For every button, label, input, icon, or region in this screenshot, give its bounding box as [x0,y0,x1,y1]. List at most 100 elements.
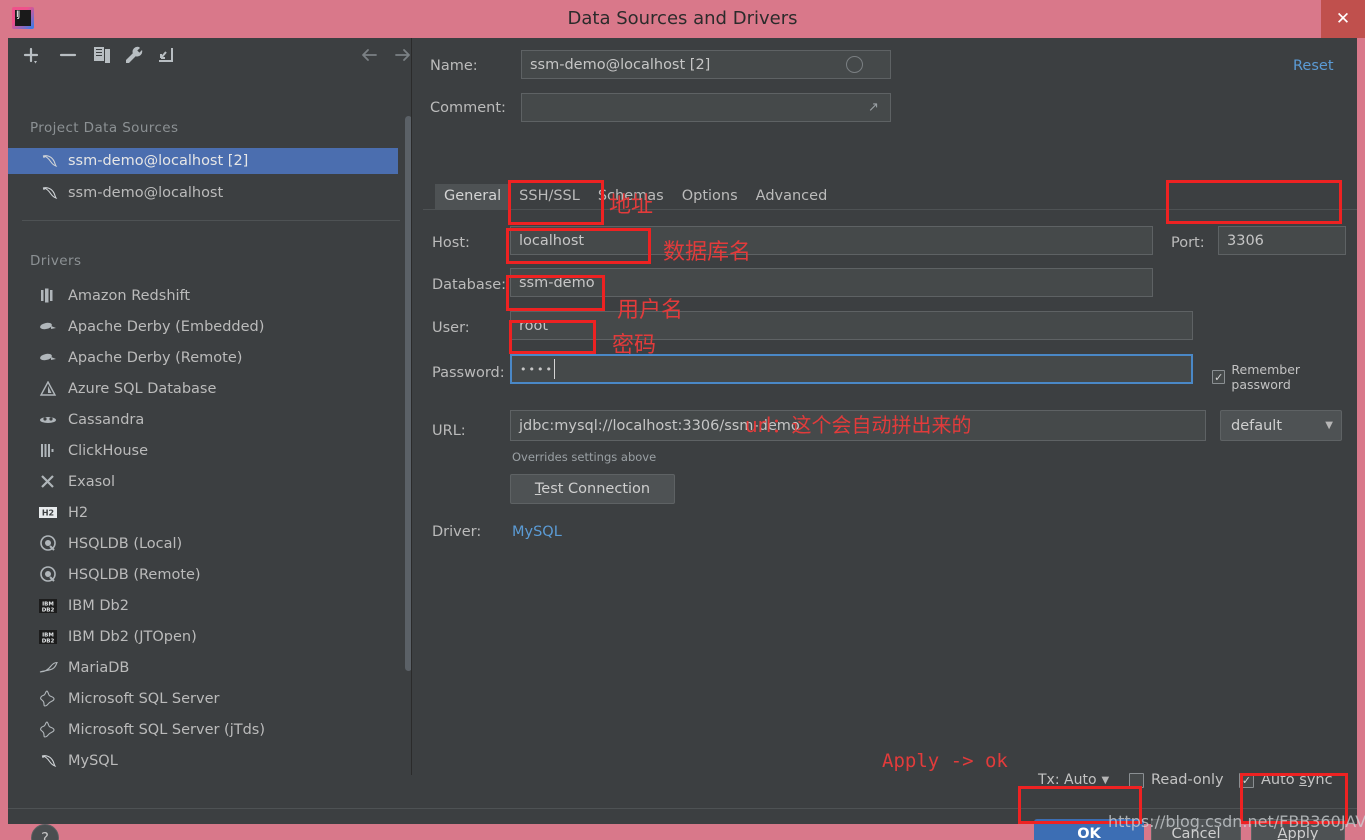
sidebar-scrollbar[interactable] [405,116,411,671]
driver-item-azure-sql-database[interactable]: Azure SQL Database [8,373,398,404]
port-input[interactable]: 3306 [1218,226,1346,255]
database-input-value: ssm-demo [519,274,595,291]
mysql-dolphin-icon [38,154,60,168]
back-arrow-icon[interactable] [358,44,380,66]
driver-item-label: Exasol [68,473,116,490]
footer-divider [8,808,1357,809]
driver-item-label: IBM Db2 [68,597,129,614]
tab-ssh-ssl[interactable]: SSH/SSL [510,184,589,209]
user-label: User: [432,320,470,336]
chevron-down-icon: ▼ [1325,420,1333,431]
test-connection-button[interactable]: Test Connection [510,474,675,504]
mariadb-icon [36,661,60,675]
clickhouse-icon [36,443,60,458]
user-input-value: root [519,317,549,334]
apply-button[interactable]: Apply [1251,819,1345,840]
window-title: Data Sources and Drivers [567,8,798,29]
remember-password-label: Remember password [1231,362,1301,392]
driver-item-hsqldb-remote[interactable]: HSQLDB (Remote) [8,559,398,590]
password-input-value: •••• [520,362,554,376]
url-hint: Overrides settings above [512,450,657,464]
driver-item-h2[interactable]: H2 H2 [8,497,398,528]
driver-item-mariadb[interactable]: MariaDB [8,652,398,683]
tab-options[interactable]: Options [672,184,747,209]
driver-label: Driver: [432,524,482,540]
hsqldb-icon [36,535,60,552]
driver-item-clickhouse[interactable]: ClickHouse [8,435,398,466]
mysql-dolphin-icon [36,754,60,768]
password-input[interactable]: •••• [510,354,1193,384]
checkbox-box: ✓ [1239,772,1254,788]
import-icon[interactable] [155,44,177,66]
auto-sync-checkbox[interactable]: ✓ Auto sync [1239,772,1333,788]
transaction-mode-combo[interactable]: Tx: Auto ▼ [1038,772,1109,788]
cancel-button[interactable]: Cancel [1151,819,1241,840]
driver-item-label: HSQLDB (Local) [68,535,183,552]
forward-arrow-icon[interactable] [392,44,411,66]
comment-input[interactable] [521,93,891,122]
driver-item-label: Microsoft SQL Server (jTds) [68,721,266,738]
driver-item-amazon-redshift[interactable]: Amazon Redshift [8,280,398,311]
driver-item-label: HSQLDB (Remote) [68,566,201,583]
mysql-dolphin-icon [38,186,60,200]
svg-text:H2: H2 [42,509,54,518]
driver-item-microsoft-sql-server-jtds[interactable]: Microsoft SQL Server (jTds) [8,714,398,745]
remember-password-checkbox[interactable]: ✓ Remember password [1212,362,1357,392]
driver-item-label: IBM Db2 (JTOpen) [68,628,197,645]
url-scheme-combo[interactable]: default ▼ [1220,410,1342,441]
test-connection-label-rest: est Connection [541,481,651,497]
mssql-icon [36,690,60,707]
tab-general[interactable]: General [435,184,511,209]
auto-sync-label-wrap: Auto sync [1261,772,1333,788]
sidebar-item-ssm-demo-localhost-2[interactable]: ssm-demo@localhost [2] [8,148,398,174]
driver-item-apache-derby-remote[interactable]: Apache Derby (Remote) [8,342,398,373]
driver-item-hsqldb-local[interactable]: HSQLDB (Local) [8,528,398,559]
text-caret [554,359,555,379]
help-button[interactable]: ? [31,824,59,840]
expand-editor-icon[interactable]: ↗ [868,100,879,115]
checkbox-box: ✓ [1212,370,1226,384]
driver-item-apache-derby-embedded[interactable]: Apache Derby (Embedded) [8,311,398,342]
name-status-circle-icon [846,56,863,73]
name-label: Name: [430,58,478,74]
svg-text:DB2: DB2 [42,638,55,644]
tabs-underline [423,209,1357,210]
database-label: Database: [432,277,507,293]
close-icon[interactable]: ✕ [1321,0,1365,38]
driver-item-cassandra[interactable]: Cassandra [8,404,398,435]
left-panel: Project Data Sources ssm-demo@localhost … [8,38,412,775]
copy-icon[interactable] [91,44,113,66]
driver-item-ibm-db2-jtopen[interactable]: IBM DB2 IBM Db2 (JTOpen) [8,621,398,652]
tab-schemas[interactable]: Schemas [588,184,673,209]
driver-item-label: ClickHouse [68,442,148,459]
url-input[interactable]: jdbc:mysql://localhost:3306/ssm-demo [510,410,1206,441]
wrench-icon[interactable] [123,44,145,66]
database-input[interactable]: ssm-demo [510,268,1153,297]
dialog-window: Project Data Sources ssm-demo@localhost … [8,38,1357,840]
checkbox-box [1129,772,1144,788]
driver-item-mysql[interactable]: MySQL [8,745,398,775]
driver-item-label: Microsoft SQL Server [68,690,220,707]
sidebar-divider [22,220,400,221]
add-icon[interactable] [20,44,42,66]
remove-icon[interactable] [57,44,79,66]
ok-button[interactable]: OK [1034,819,1144,840]
read-only-checkbox[interactable]: Read-only [1129,772,1224,788]
driver-item-label: MariaDB [68,659,130,676]
read-only-label: Read-only [1151,772,1224,788]
name-input[interactable]: ssm-demo@localhost [2] [521,50,891,79]
url-input-value: jdbc:mysql://localhost:3306/ssm-demo [519,417,800,434]
tab-advanced[interactable]: Advanced [746,184,837,209]
reset-link[interactable]: Reset [1293,58,1334,74]
driver-link[interactable]: MySQL [512,524,562,540]
driver-item-microsoft-sql-server[interactable]: Microsoft SQL Server [8,683,398,714]
sidebar-toolbar [8,38,411,71]
sidebar-item-ssm-demo-localhost[interactable]: ssm-demo@localhost [8,180,398,206]
driver-item-exasol[interactable]: Exasol [8,466,398,497]
drivers-header: Drivers [30,253,82,269]
driver-item-ibm-db2[interactable]: IBM DB2 IBM Db2 [8,590,398,621]
settings-tabs: General SSH/SSL Schemas Options Advanced [435,184,837,209]
host-input[interactable]: localhost [510,226,1153,255]
user-input[interactable]: root [510,311,1193,340]
mssql-icon [36,721,60,738]
